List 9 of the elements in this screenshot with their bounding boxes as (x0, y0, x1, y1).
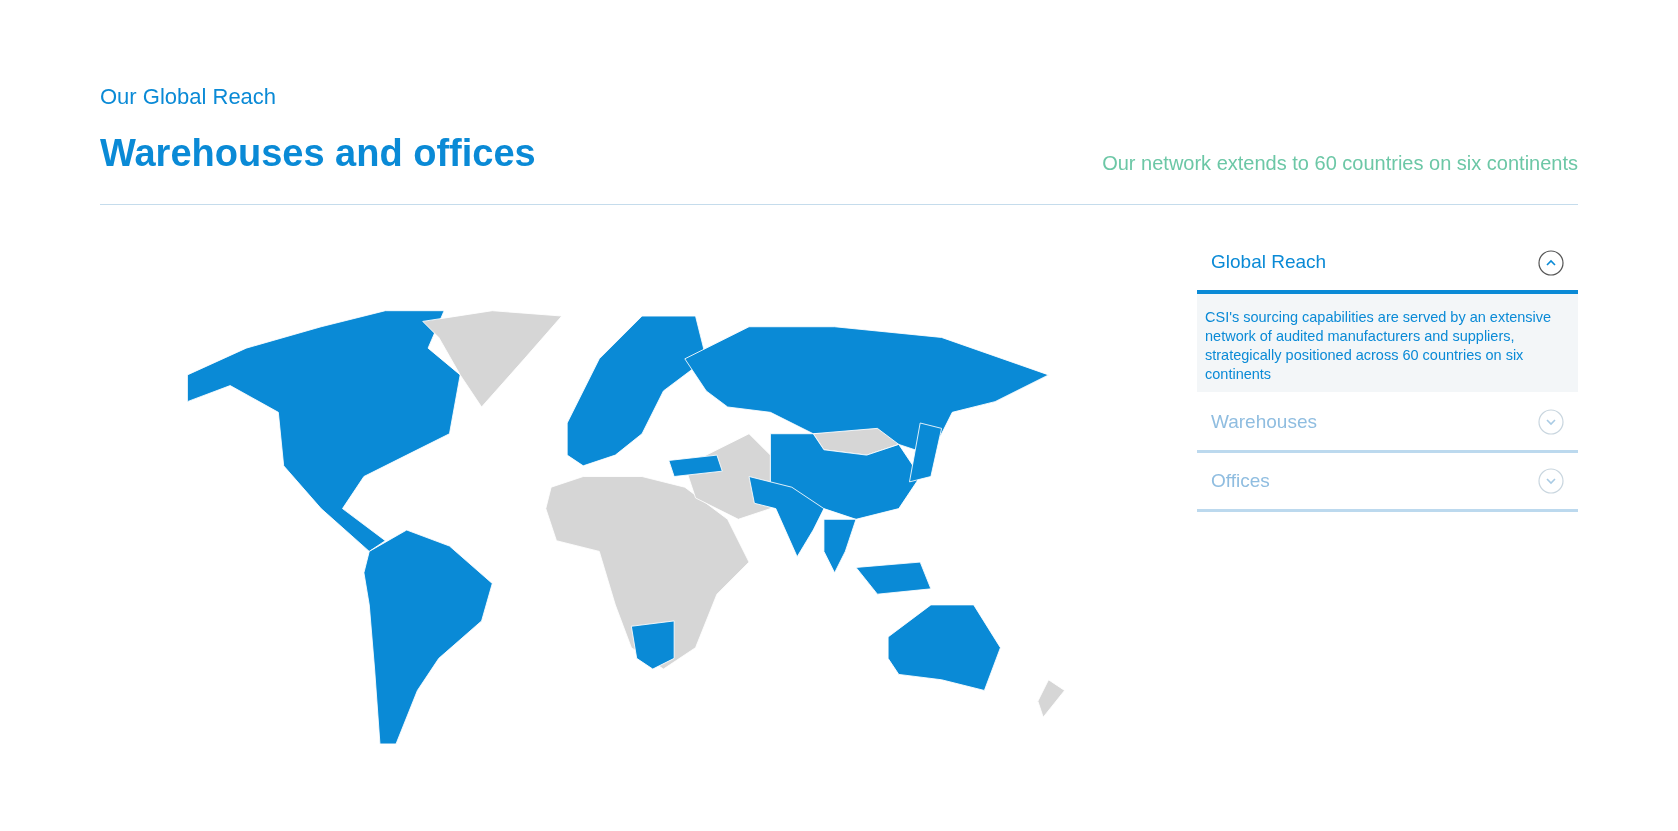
tagline-text: Our network extends to 60 countries on six continents (1102, 151, 1578, 176)
eyebrow-text: Our Global Reach (100, 83, 278, 111)
accordion-body-text: CSI's sourcing capabilities are served by an extensive network of audited manufacturers and suppliers, strategically positioned across 60 countries on six continents (1197, 294, 1578, 392)
chevron-down-icon (1538, 409, 1564, 435)
accordion-header[interactable]: Warehouses (1197, 394, 1578, 453)
chevron-down-icon (1538, 468, 1564, 494)
chevron-up-icon (1538, 249, 1564, 276)
page-title: Warehouses and offices (100, 131, 536, 176)
accordion-header[interactable]: Offices (1197, 453, 1578, 512)
